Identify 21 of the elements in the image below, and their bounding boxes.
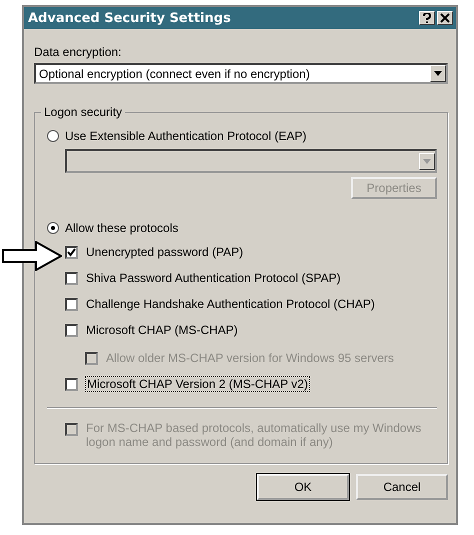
help-button[interactable] <box>419 11 435 25</box>
checkbox-option[interactable]: Unencrypted password (PAP) <box>65 241 437 263</box>
checkbox-option[interactable]: Shiva Password Authentication Protocol (SPAP) <box>65 267 437 289</box>
help-icon <box>422 13 432 23</box>
encryption-dropdown[interactable]: Optional encryption (connect even if no encryption) <box>34 63 448 84</box>
checkbox-option[interactable]: Microsoft CHAP (MS-CHAP) <box>65 319 437 341</box>
radio-option[interactable]: Use Extensible Authentication Protocol (EAP) <box>47 127 437 145</box>
pointer-arrow-icon <box>2 241 62 271</box>
checkmark-icon <box>67 248 76 256</box>
group-title: Logon security <box>41 105 126 119</box>
dropdown-arrow-icon <box>434 71 442 76</box>
field-label: Data encryption: <box>34 45 122 59</box>
ok-button[interactable]: OK <box>257 474 349 500</box>
checkbox-option[interactable]: Challenge Handshake Authentication Protocol (CHAP) <box>65 293 437 315</box>
cancel-button[interactable]: Cancel <box>356 474 448 500</box>
radio-option[interactable]: Allow these protocols <box>47 219 437 237</box>
checkbox-option[interactable]: Microsoft CHAP Version 2 (MS-CHAP v2) <box>65 373 437 395</box>
window-title: Advanced Security Settings <box>28 10 232 26</box>
close-button[interactable] <box>437 11 453 25</box>
dropdown-arrow-icon <box>423 158 431 164</box>
close-icon <box>440 13 450 23</box>
